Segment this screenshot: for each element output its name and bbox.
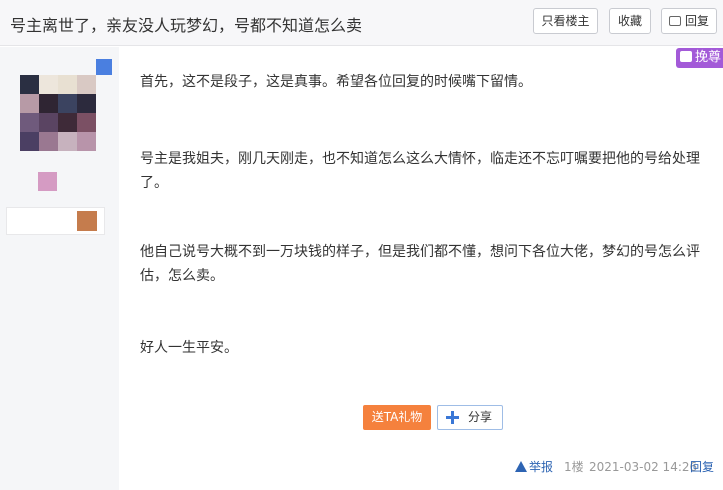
plus-icon <box>446 411 459 424</box>
post-paragraph: 首先，这不是段子，这是真事。希望各位回复的时候嘴下留情。 <box>140 74 532 90</box>
thread-header: 号主离世了，亲友没人玩梦幻，号都不知道怎么卖 只看楼主 收藏 回复 <box>0 0 723 46</box>
comment-icon <box>668 16 681 26</box>
post-paragraph: 好人一生平安。 <box>140 340 238 356</box>
thread-title: 号主离世了，亲友没人玩梦幻，号都不知道怎么卖 <box>10 16 363 35</box>
vip-badge-label: 挽尊 <box>695 50 722 65</box>
only-op-button[interactable]: 只看楼主 <box>533 8 598 34</box>
report-label: 举报 <box>529 460 554 474</box>
user-level-icon <box>38 172 57 191</box>
reply-link[interactable]: 回复 <box>690 459 714 475</box>
gift-icon <box>680 51 692 62</box>
vip-badge[interactable]: 挽尊 <box>676 48 723 68</box>
post-paragraph: 号主是我姐夫，刚几天刚走，也不知道怎么这么大情怀，临走还不忘叮嘱要把他的号给处理… <box>140 151 700 191</box>
user-level-bar <box>6 207 105 235</box>
send-gift-button[interactable]: 送TA礼物 <box>363 405 431 430</box>
post-datetime: 2021-03-02 14:26 <box>589 460 698 474</box>
collect-button[interactable]: 收藏 <box>609 8 651 34</box>
avatar[interactable] <box>20 75 96 151</box>
share-label: 分享 <box>468 410 493 424</box>
warning-icon <box>515 461 527 472</box>
share-button[interactable]: 分享 <box>437 405 503 430</box>
author-badge <box>96 59 112 75</box>
reply-button-label: 回复 <box>684 14 709 28</box>
post-paragraph: 他自己说号大概不到一万块钱的样子，但是我们都不懂，想问下各位大佬，梦幻的号怎么评… <box>140 244 700 284</box>
report-link[interactable]: 举报 <box>515 459 553 475</box>
reply-button[interactable]: 回复 <box>661 8 717 34</box>
floor-number: 1楼 <box>564 460 584 474</box>
level-badge-icon <box>77 211 97 231</box>
